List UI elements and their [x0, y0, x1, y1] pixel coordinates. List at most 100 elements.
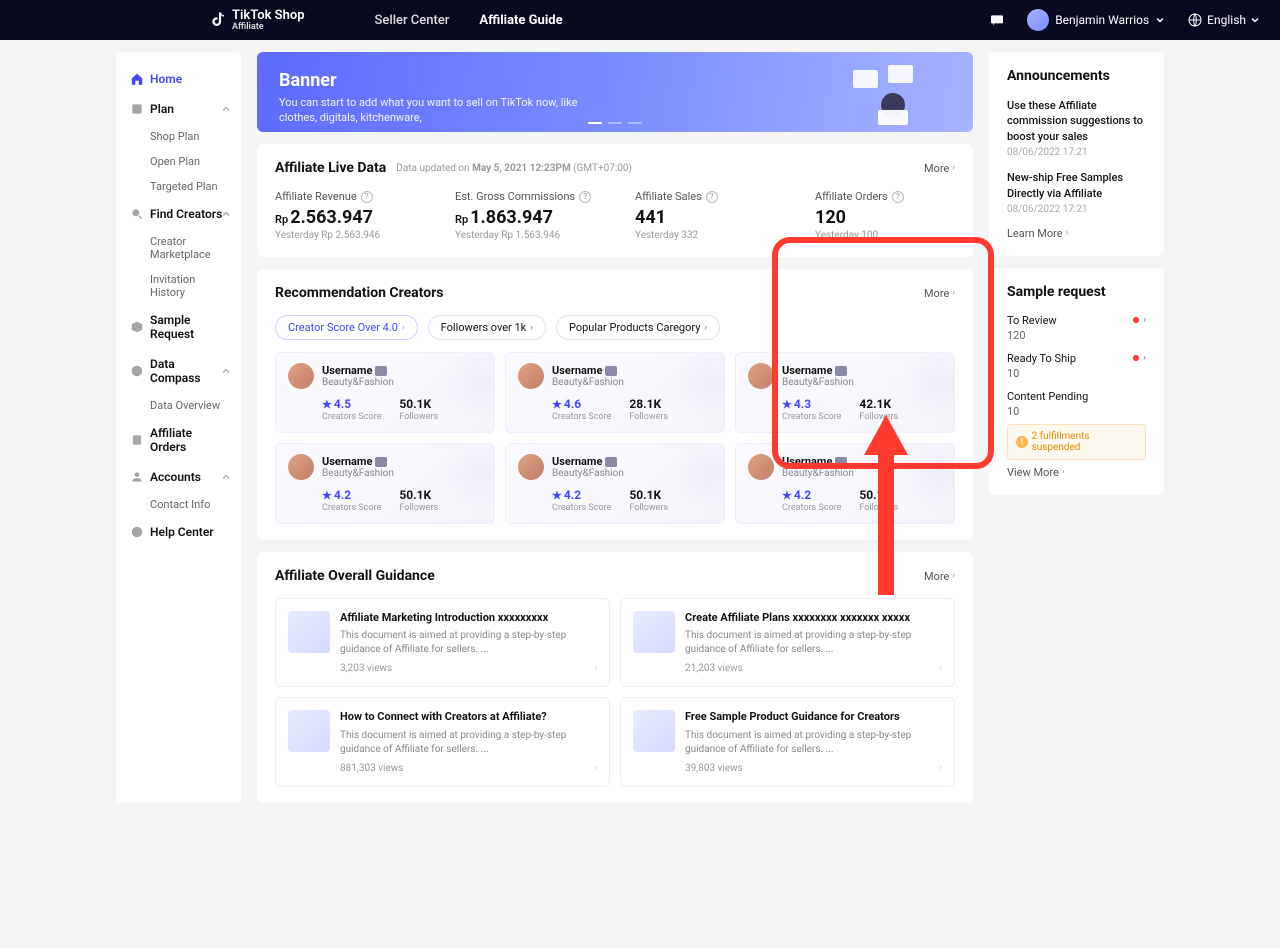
creator-card[interactable]: Username Beauty&Fashion ★4.5Creators Sco…	[275, 352, 495, 433]
sidebar-item-home[interactable]: Home	[116, 64, 241, 94]
guidance-card-item[interactable]: How to Connect with Creators at Affiliat…	[275, 697, 610, 786]
brand-logo[interactable]: TikTok Shop Affiliate	[210, 9, 305, 32]
guidance-card: Affiliate Overall Guidance More› Affilia…	[257, 552, 973, 803]
announcement-date: 08/06/2022 17:21	[1007, 147, 1146, 158]
sample-row-to-review[interactable]: To Review ›	[1007, 314, 1146, 327]
more-link[interactable]: More›	[924, 162, 955, 175]
alert-dot-icon	[1133, 317, 1139, 323]
info-icon[interactable]: ?	[892, 191, 904, 203]
learn-more-link[interactable]: Learn More›	[1007, 227, 1146, 240]
info-icon[interactable]: ?	[579, 191, 591, 203]
chevron-up-icon	[221, 366, 231, 376]
chevron-right-icon: ›	[939, 664, 942, 674]
user-menu[interactable]: Benjamin Warrios	[1027, 9, 1165, 31]
more-link[interactable]: More›	[924, 287, 955, 300]
card-title: Sample request	[1007, 284, 1146, 300]
sidebar-item-find-creators[interactable]: Find Creators	[116, 199, 241, 229]
sidebar-item-plan[interactable]: Plan	[116, 94, 241, 124]
box-icon	[130, 320, 144, 334]
announcement-item[interactable]: New-ship Free Samples Directly via Affil…	[1007, 170, 1146, 201]
announcement-item[interactable]: Use these Affiliate commission suggestio…	[1007, 98, 1146, 144]
chevron-down-icon	[1250, 15, 1260, 25]
verified-badge-icon	[375, 366, 387, 376]
globe-icon	[1187, 12, 1203, 28]
banner-text: You can start to add what you want to se…	[279, 95, 599, 126]
creator-avatar	[288, 363, 314, 389]
nav-tab-seller-center[interactable]: Seller Center	[375, 13, 450, 28]
live-data-card: Affiliate Live Data Data updated on May …	[257, 144, 973, 257]
nav-tab-affiliate-guide[interactable]: Affiliate Guide	[479, 13, 562, 28]
language-selector[interactable]: English	[1187, 12, 1260, 28]
metric-gross-commissions: Est. Gross Commissions? Rp1.863.947 Yest…	[455, 190, 595, 241]
info-icon[interactable]: ?	[706, 191, 718, 203]
verified-badge-icon	[835, 366, 847, 376]
star-icon: ★	[552, 398, 562, 411]
guide-illustration	[288, 611, 330, 653]
search-icon	[130, 207, 144, 221]
guidance-card-item[interactable]: Free Sample Product Guidance for Creator…	[620, 697, 955, 786]
sidebar-sub-creator-marketplace[interactable]: Creator Marketplace	[116, 229, 241, 267]
creator-card[interactable]: Username Beauty&Fashion ★4.3Creators Sco…	[735, 352, 955, 433]
top-bar: TikTok Shop Affiliate Seller Center Affi…	[0, 0, 1280, 40]
creator-avatar	[288, 454, 314, 480]
home-icon	[130, 72, 144, 86]
creator-card[interactable]: Username Beauty&Fashion ★4.2Creators Sco…	[735, 443, 955, 524]
chip-popular-products[interactable]: Popular Products Caregory›	[556, 315, 720, 340]
banner-illustration	[843, 60, 943, 130]
carousel-dots[interactable]	[588, 122, 642, 124]
chevron-up-icon	[221, 104, 231, 114]
orders-icon	[130, 433, 144, 447]
sidebar-item-affiliate-orders[interactable]: Affiliate Orders	[116, 418, 241, 462]
info-icon[interactable]: ?	[361, 191, 373, 203]
creator-card[interactable]: Username Beauty&Fashion ★4.2Creators Sco…	[505, 443, 725, 524]
language-label: English	[1207, 13, 1246, 27]
sidebar-item-sample-request[interactable]: Sample Request	[116, 305, 241, 349]
guidance-card-item[interactable]: Affiliate Marketing Introduction xxxxxxx…	[275, 598, 610, 687]
creator-card[interactable]: Username Beauty&Fashion ★4.6Creators Sco…	[505, 352, 725, 433]
suspended-alert[interactable]: ! 2 fulfillments suspended	[1007, 424, 1146, 460]
chevron-right-icon: ›	[939, 763, 942, 773]
chat-icon[interactable]	[989, 12, 1005, 28]
sidebar-sub-invitation-history[interactable]: Invitation History	[116, 267, 241, 305]
star-icon: ★	[322, 398, 332, 411]
creator-card[interactable]: Username Beauty&Fashion ★4.2Creators Sco…	[275, 443, 495, 524]
plan-icon	[130, 102, 144, 116]
avatar	[1027, 9, 1049, 31]
sidebar-sub-data-overview[interactable]: Data Overview	[116, 393, 241, 418]
recommendation-creators-card: Recommendation Creators More› Creator Sc…	[257, 269, 973, 540]
brand-main: TikTok Shop	[232, 8, 305, 23]
chip-followers[interactable]: Followers over 1k›	[428, 315, 546, 340]
card-title: Recommendation Creators	[275, 285, 443, 301]
sidebar-sub-shop-plan[interactable]: Shop Plan	[116, 124, 241, 149]
chevron-right-icon: ›	[594, 664, 597, 674]
sidebar-sub-open-plan[interactable]: Open Plan	[116, 149, 241, 174]
sidebar-sub-contact-info[interactable]: Contact Info	[116, 492, 241, 517]
verified-badge-icon	[375, 457, 387, 467]
verified-badge-icon	[835, 457, 847, 467]
guide-illustration	[633, 710, 675, 752]
more-link[interactable]: More›	[924, 570, 955, 583]
card-title: Announcements	[1007, 68, 1146, 84]
star-icon: ★	[552, 489, 562, 502]
sample-row-content-pending[interactable]: Content Pending	[1007, 390, 1146, 403]
verified-badge-icon	[605, 457, 617, 467]
view-more-link[interactable]: View More›	[1007, 466, 1146, 479]
chevron-up-icon	[221, 472, 231, 482]
sidebar-item-help-center[interactable]: Help Center	[116, 517, 241, 547]
creator-avatar	[748, 454, 774, 480]
tiktok-icon	[210, 11, 228, 29]
updated-text: Data updated on May 5, 2021 12:23PM (GMT…	[396, 163, 632, 174]
announcements-card: Announcements Use these Affiliate commis…	[989, 52, 1164, 256]
chevron-right-icon: ›	[594, 763, 597, 773]
promo-banner[interactable]: Banner You can start to add what you wan…	[257, 52, 973, 132]
chip-creator-score[interactable]: Creator Score Over 4.0›	[275, 315, 418, 340]
sample-row-ready-to-ship[interactable]: Ready To Ship ›	[1007, 352, 1146, 365]
creator-avatar	[518, 363, 544, 389]
sidebar-sub-targeted-plan[interactable]: Targeted Plan	[116, 174, 241, 199]
metric-affiliate-sales: Affiliate Sales? 441 Yesterday 332	[635, 190, 775, 241]
sidebar-item-data-compass[interactable]: Data Compass	[116, 349, 241, 393]
sidebar-item-accounts[interactable]: Accounts	[116, 462, 241, 492]
guidance-card-item[interactable]: Create Affiliate Plans xxxxxxxx xxxxxxx …	[620, 598, 955, 687]
guide-illustration	[633, 611, 675, 653]
guide-illustration	[288, 710, 330, 752]
